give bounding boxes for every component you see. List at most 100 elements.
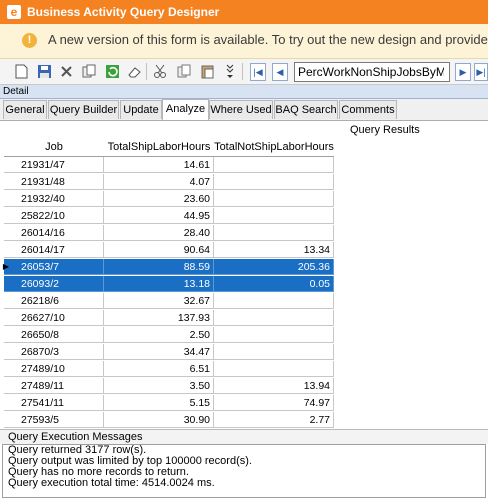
cell-ship-hours[interactable]: 5.15 [104, 395, 214, 411]
last-icon[interactable]: ▶| [474, 63, 488, 81]
window-title: Business Activity Query Designer [27, 5, 220, 19]
cell-job[interactable]: 27593/5 [4, 412, 104, 428]
cell-job[interactable]: 21932/40 [4, 191, 104, 207]
tab-where-used[interactable]: Where Used [209, 100, 273, 119]
copy-clip-icon[interactable] [176, 63, 192, 79]
prev-icon[interactable]: ◀ [272, 63, 288, 81]
cell-job[interactable]: 27489/11 [4, 378, 104, 394]
cell-not-ship-hours[interactable] [214, 344, 334, 360]
refresh-icon[interactable] [104, 63, 120, 79]
table-row[interactable]: 21931/47 14.61 [4, 157, 334, 174]
cell-job[interactable]: 27541/11 [4, 395, 104, 411]
cell-job[interactable]: 21931/48 [4, 174, 104, 190]
query-select[interactable]: PercWorkNonShipJobsByMon [294, 62, 450, 82]
table-row[interactable]: 26870/3 34.47 [4, 344, 334, 361]
new-icon[interactable] [13, 63, 29, 79]
cell-not-ship-hours[interactable] [214, 208, 334, 224]
column-header-not-ship-hours[interactable]: TotalNotShipLaborHours [214, 138, 334, 157]
cell-job[interactable]: 26014/16 [4, 225, 104, 241]
more-icon[interactable] [224, 63, 236, 79]
cell-not-ship-hours[interactable]: 205.36 [214, 259, 334, 275]
tab-baq-search[interactable]: BAQ Search [274, 100, 338, 119]
copy-icon[interactable] [81, 63, 97, 79]
current-row-indicator: ▶ [2, 262, 10, 271]
cell-ship-hours[interactable]: 30.90 [104, 412, 214, 428]
clear-icon[interactable] [126, 63, 142, 79]
cell-not-ship-hours[interactable] [214, 293, 334, 309]
cell-not-ship-hours[interactable]: 2.77 [214, 412, 334, 428]
cell-ship-hours[interactable]: 90.64 [104, 242, 214, 258]
toolbar: |◀ ◀ PercWorkNonShipJobsByMon ▶ ▶| [0, 59, 488, 85]
cell-job[interactable]: 26650/8 [4, 327, 104, 343]
cell-ship-hours[interactable]: 13.18 [104, 276, 214, 292]
app-icon: e [7, 5, 21, 19]
table-row[interactable]: 26650/8 2.50 [4, 327, 334, 344]
cell-not-ship-hours[interactable] [214, 327, 334, 343]
table-row[interactable]: 25822/10 44.95 [4, 208, 334, 225]
cell-job[interactable]: 26870/3 [4, 344, 104, 360]
cell-ship-hours[interactable]: 6.51 [104, 361, 214, 377]
cell-ship-hours[interactable]: 3.50 [104, 378, 214, 394]
cell-job[interactable]: 26093/2 [4, 276, 104, 292]
cell-ship-hours[interactable]: 34.47 [104, 344, 214, 360]
tab-update[interactable]: Update [120, 100, 162, 119]
table-row[interactable]: 26627/10 137.93 [4, 310, 334, 327]
separator [146, 63, 147, 80]
cell-job[interactable]: 26627/10 [4, 310, 104, 326]
cell-not-ship-hours[interactable]: 13.34 [214, 242, 334, 258]
table-row[interactable]: 27541/11 5.15 74.97 [4, 395, 334, 412]
table-row[interactable]: 26053/7 88.59 205.36 ▶ [3, 259, 334, 276]
cell-not-ship-hours[interactable] [214, 361, 334, 377]
cell-job[interactable]: 21931/47 [4, 157, 104, 173]
cell-job[interactable]: 26053/7 [4, 259, 104, 275]
cell-not-ship-hours[interactable]: 0.05 [214, 276, 334, 292]
cell-not-ship-hours[interactable] [214, 157, 334, 173]
banner-message: A new version of this form is available.… [48, 32, 488, 47]
table-row[interactable]: 26218/6 32.67 [4, 293, 334, 310]
cell-not-ship-hours[interactable] [214, 225, 334, 241]
cell-not-ship-hours[interactable]: 74.97 [214, 395, 334, 411]
messages-box[interactable]: Query returned 3177 row(s). Query output… [2, 444, 486, 498]
cell-ship-hours[interactable]: 4.07 [104, 174, 214, 190]
paste-icon[interactable] [199, 63, 215, 79]
table-row[interactable]: 27489/10 6.51 [4, 361, 334, 378]
table-row[interactable]: 26093/2 13.18 0.05 [4, 276, 334, 293]
column-header-ship-hours[interactable]: TotalShipLaborHours [104, 138, 214, 157]
tab-analyze[interactable]: Analyze [162, 99, 209, 120]
cell-job[interactable]: 26218/6 [4, 293, 104, 309]
next-icon[interactable]: ▶ [455, 63, 471, 81]
cell-ship-hours[interactable]: 32.67 [104, 293, 214, 309]
table-row[interactable]: 27593/5 30.90 2.77 [4, 412, 334, 429]
save-icon[interactable] [36, 63, 52, 79]
update-banner[interactable]: ! A new version of this form is availabl… [0, 24, 488, 59]
cut-icon[interactable] [152, 63, 168, 79]
cell-ship-hours[interactable]: 44.95 [104, 208, 214, 224]
cell-not-ship-hours[interactable] [214, 191, 334, 207]
cell-ship-hours[interactable]: 88.59 [104, 259, 214, 275]
info-icon: ! [22, 33, 37, 48]
table-row[interactable]: 26014/16 28.40 [4, 225, 334, 242]
cell-ship-hours[interactable]: 28.40 [104, 225, 214, 241]
first-icon[interactable]: |◀ [250, 63, 266, 81]
cell-not-ship-hours[interactable] [214, 174, 334, 190]
table-row[interactable]: 21932/40 23.60 [4, 191, 334, 208]
cell-ship-hours[interactable]: 23.60 [104, 191, 214, 207]
table-row[interactable]: 26014/17 90.64 13.34 [4, 242, 334, 259]
table-row[interactable]: 21931/48 4.07 [4, 174, 334, 191]
query-select-value: PercWorkNonShipJobsByMon [298, 65, 444, 79]
tab-general[interactable]: General [3, 100, 47, 119]
cell-ship-hours[interactable]: 14.61 [104, 157, 214, 173]
column-header-job[interactable]: Job [4, 138, 104, 157]
cell-job[interactable]: 26014/17 [4, 242, 104, 258]
cell-ship-hours[interactable]: 137.93 [104, 310, 214, 326]
cell-job[interactable]: 27489/10 [4, 361, 104, 377]
tab-comments[interactable]: Comments [339, 100, 397, 119]
cell-not-ship-hours[interactable] [214, 310, 334, 326]
cell-ship-hours[interactable]: 2.50 [104, 327, 214, 343]
cell-not-ship-hours[interactable]: 13.94 [214, 378, 334, 394]
delete-icon[interactable] [58, 63, 74, 79]
table-row[interactable]: 27489/11 3.50 13.94 [4, 378, 334, 395]
cell-job[interactable]: 25822/10 [4, 208, 104, 224]
tab-query-builder[interactable]: Query Builder [48, 100, 119, 119]
query-results-label: Query Results [350, 124, 420, 136]
